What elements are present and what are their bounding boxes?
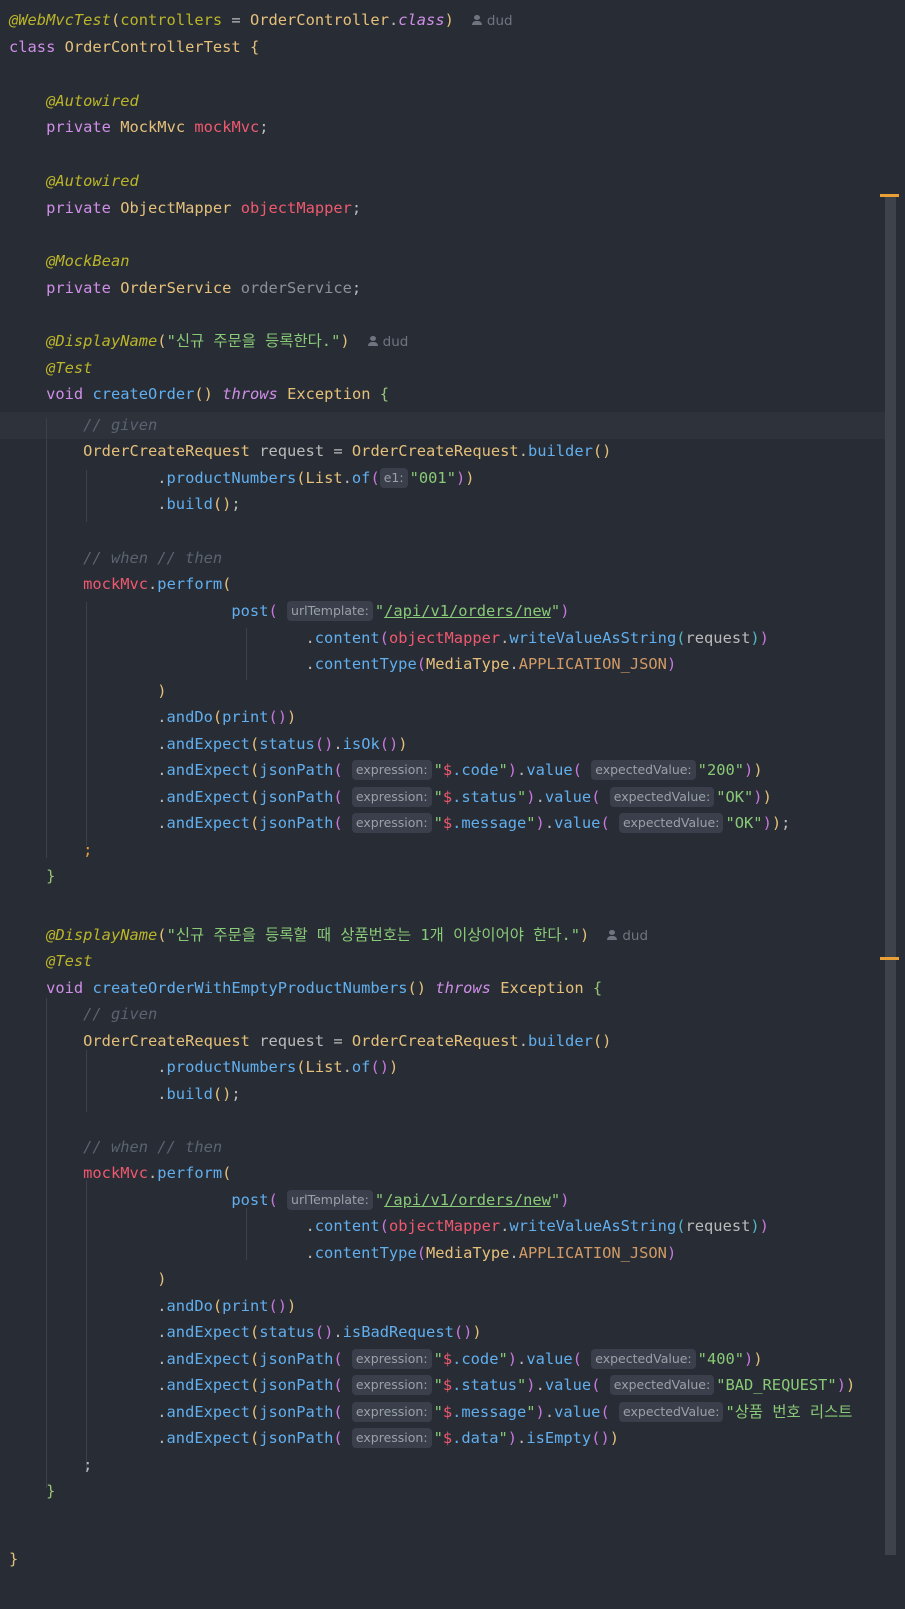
person-icon: [367, 336, 378, 346]
code-line[interactable]: .andExpect(status().isBadRequest()): [9, 1319, 481, 1346]
code-line[interactable]: ;: [9, 1452, 92, 1479]
code-editor[interactable]: @WebMvcTest(controllers = OrderControlle…: [0, 0, 885, 1609]
parameter-hint: expectedValue:: [619, 1402, 724, 1422]
code-line[interactable]: .andDo(print()): [9, 704, 296, 731]
parameter-hint: urlTemplate:: [287, 1190, 373, 1210]
code-line[interactable]: .productNumbers(List.of()): [9, 1054, 398, 1081]
code-line[interactable]: .productNumbers(List.of(e1: "001")): [9, 465, 475, 492]
code-line[interactable]: @DisplayName("신규 주문을 등록할 때 상품번호는 1개 이상이어…: [9, 922, 648, 949]
code-line[interactable]: .content(objectMapper.writeValueAsString…: [9, 1213, 769, 1240]
parameter-hint: expectedValue:: [591, 760, 696, 780]
person-icon: [607, 930, 618, 940]
parameter-hint: e1:: [379, 468, 408, 488]
code-line[interactable]: .content(objectMapper.writeValueAsString…: [9, 625, 769, 652]
code-line[interactable]: class OrderControllerTest {: [9, 34, 259, 61]
code-line[interactable]: .contentType(MediaType.APPLICATION_JSON): [9, 1240, 677, 1267]
warning-stripe-marker[interactable]: [880, 194, 899, 197]
code-line[interactable]: .andExpect(jsonPath( expression: "$.statu…: [9, 1372, 855, 1399]
author-hint[interactable]: dud: [471, 13, 513, 29]
parameter-hint: expression:: [351, 1375, 432, 1395]
parameter-hint: urlTemplate:: [287, 601, 373, 621]
code-line[interactable]: .andExpect(jsonPath( expression: "$.code"…: [9, 757, 763, 784]
code-line[interactable]: .andExpect(status().isOk()): [9, 731, 407, 758]
parameter-hint: expectedValue:: [591, 1349, 696, 1369]
code-line[interactable]: @WebMvcTest(controllers = OrderControlle…: [9, 7, 513, 34]
code-line[interactable]: }: [9, 1478, 55, 1505]
code-line[interactable]: // given: [9, 1001, 157, 1028]
parameter-hint: expression:: [351, 787, 432, 807]
code-line[interactable]: .build();: [9, 491, 240, 518]
code-line[interactable]: ): [9, 1266, 166, 1293]
code-line[interactable]: .andExpect(jsonPath( expression: "$.code"…: [9, 1346, 763, 1373]
code-line[interactable]: mockMvc.perform(: [9, 571, 231, 598]
author-hint[interactable]: dud: [607, 928, 648, 944]
code-line[interactable]: .andExpect(jsonPath( expression: "$.messa…: [9, 1399, 852, 1426]
code-line[interactable]: post( urlTemplate: "/api/v1/orders/new"): [9, 1187, 569, 1214]
code-line[interactable]: @Autowired: [9, 168, 139, 195]
parameter-hint: expression:: [351, 1349, 432, 1369]
vertical-scrollbar[interactable]: [885, 195, 896, 1555]
code-line[interactable]: OrderCreateRequest request = OrderCreate…: [9, 1028, 611, 1055]
url-link[interactable]: /api/v1/orders/new: [384, 1191, 551, 1209]
parameter-hint: expectedValue:: [609, 787, 715, 807]
url-link[interactable]: /api/v1/orders/new: [384, 602, 551, 620]
code-line[interactable]: .contentType(MediaType.APPLICATION_JSON): [9, 651, 677, 678]
code-line[interactable]: private ObjectMapper objectMapper;: [9, 195, 361, 222]
code-line[interactable]: ;: [9, 837, 92, 864]
author-hint[interactable]: dud: [367, 334, 408, 350]
code-line[interactable]: @Autowired: [9, 88, 139, 115]
code-line[interactable]: void createOrder() throws Exception {: [9, 381, 389, 408]
code-line[interactable]: .andExpect(jsonPath( expression: "$.statu…: [9, 784, 772, 811]
code-line[interactable]: private OrderService orderService;: [9, 275, 361, 302]
parameter-hint: expression:: [351, 760, 432, 780]
code-line[interactable]: .build();: [9, 1081, 240, 1108]
code-line[interactable]: @Test: [9, 355, 92, 382]
parameter-hint: expression:: [351, 1402, 432, 1422]
warning-stripe-marker[interactable]: [880, 957, 899, 960]
code-line[interactable]: mockMvc.perform(: [9, 1160, 231, 1187]
person-icon: [471, 15, 482, 25]
parameter-hint: expression:: [351, 1428, 432, 1448]
code-line[interactable]: @DisplayName("신규 주문을 등록한다.") dud: [9, 328, 408, 355]
code-line[interactable]: // given: [9, 412, 157, 439]
code-line[interactable]: }: [9, 863, 55, 890]
code-line[interactable]: @MockBean: [9, 248, 129, 275]
code-line[interactable]: @Test: [9, 948, 92, 975]
code-line[interactable]: private MockMvc mockMvc;: [9, 114, 268, 141]
parameter-hint: expression:: [351, 813, 432, 833]
parameter-hint: expectedValue:: [619, 813, 724, 833]
code-line[interactable]: // when // then: [9, 545, 222, 572]
code-line[interactable]: post( urlTemplate: "/api/v1/orders/new"): [9, 598, 569, 625]
code-line[interactable]: ): [9, 678, 166, 705]
code-line[interactable]: void createOrderWithEmptyProductNumbers(…: [9, 975, 602, 1002]
parameter-hint: expectedValue:: [609, 1375, 715, 1395]
code-line[interactable]: OrderCreateRequest request = OrderCreate…: [9, 438, 611, 465]
code-line[interactable]: .andExpect(jsonPath( expression: "$.messa…: [9, 810, 790, 837]
code-line[interactable]: .andExpect(jsonPath( expression: "$.data"…: [9, 1425, 619, 1452]
code-line[interactable]: }: [9, 1546, 18, 1573]
code-line[interactable]: .andDo(print()): [9, 1293, 296, 1320]
code-line[interactable]: // when // then: [9, 1134, 222, 1161]
